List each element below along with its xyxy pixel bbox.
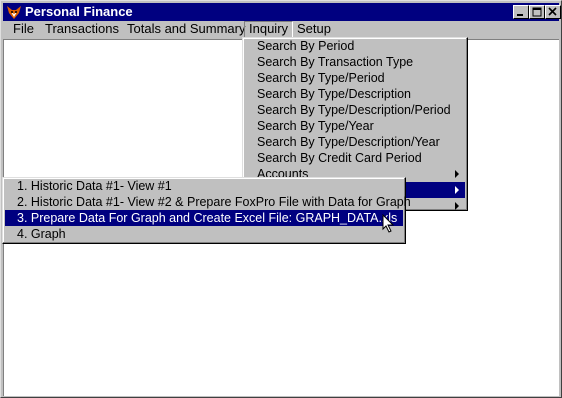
menu-item-search-by-period[interactable]: Search By Period: [245, 38, 465, 54]
submenu-item-graph[interactable]: 4. Graph: [5, 226, 403, 242]
menu-item-search-by-type-year[interactable]: Search By Type/Year: [245, 118, 465, 134]
submenu-item-prepare-excel-graph-data[interactable]: 3. Prepare Data For Graph and Create Exc…: [5, 210, 403, 226]
menu-file[interactable]: File: [9, 21, 38, 38]
minimize-button[interactable]: [513, 5, 529, 19]
maximize-icon: [532, 7, 542, 17]
maximize-button[interactable]: [529, 5, 545, 19]
menu-transactions[interactable]: Transactions: [41, 21, 123, 38]
window-title: Personal Finance: [25, 4, 133, 19]
mouse-cursor-icon: [382, 214, 395, 233]
submenu-arrow-icon: [455, 186, 459, 194]
submenu-arrow-icon: [455, 202, 459, 210]
menu-item-search-by-type-description-period[interactable]: Search By Type/Description/Period: [245, 102, 465, 118]
menu-item-search-by-type-period[interactable]: Search By Type/Period: [245, 70, 465, 86]
menu-item-search-by-type-description-year[interactable]: Search By Type/Description/Year: [245, 134, 465, 150]
submenu-arrow-icon: [455, 170, 459, 178]
app-fox-icon[interactable]: [6, 4, 22, 20]
menu-bar: File Transactions Totals and Summary Inq…: [3, 21, 559, 38]
close-button[interactable]: [545, 5, 561, 19]
graph-submenu: 1. Historic Data #1- View #1 2. Historic…: [2, 177, 411, 244]
menu-item-search-by-transaction-type[interactable]: Search By Transaction Type: [245, 54, 465, 70]
minimize-icon: [517, 14, 523, 16]
menu-inquiry[interactable]: Inquiry: [244, 21, 294, 38]
title-bar[interactable]: Personal Finance: [3, 3, 561, 21]
menu-setup[interactable]: Setup: [293, 21, 335, 38]
submenu-item-historic-view-2-foxpro[interactable]: 2. Historic Data #1- View #2 & Prepare F…: [5, 194, 411, 210]
submenu-item-historic-view-1[interactable]: 1. Historic Data #1- View #1: [5, 178, 403, 194]
close-icon: [548, 7, 557, 16]
menu-totals-and-summary[interactable]: Totals and Summary: [123, 21, 250, 38]
menu-item-search-by-credit-card-period[interactable]: Search By Credit Card Period: [245, 150, 465, 166]
menu-item-search-by-type-description[interactable]: Search By Type/Description: [245, 86, 465, 102]
